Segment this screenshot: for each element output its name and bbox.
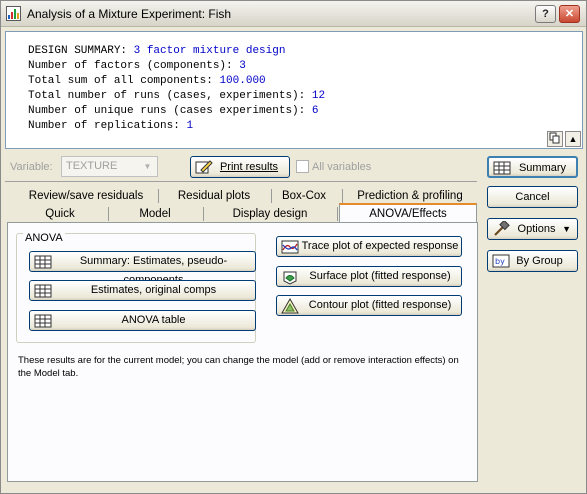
tab-divider xyxy=(342,189,343,203)
close-button[interactable]: ✕ xyxy=(559,5,580,23)
anova-group-title: ANOVA xyxy=(23,232,65,244)
surface-plot-icon xyxy=(283,271,297,285)
tab-anova-effects[interactable]: ANOVA/Effects xyxy=(339,203,477,223)
table-grid-icon xyxy=(34,284,52,298)
options-button[interactable]: Options ▼ xyxy=(487,218,578,240)
summary-button[interactable]: Summary xyxy=(487,156,578,178)
print-results-label: Print results xyxy=(219,161,279,173)
results-line: Number of replications: 1 xyxy=(28,119,582,134)
table-grid-icon xyxy=(34,314,52,328)
tab-divider xyxy=(158,189,159,203)
tab-divider xyxy=(203,207,204,221)
trace-plot-icon xyxy=(281,240,299,254)
tab-divider xyxy=(271,189,272,203)
contour-triangle-icon xyxy=(281,298,299,314)
help-button[interactable]: ? xyxy=(535,5,556,23)
results-line: Total number of runs (cases, experiments… xyxy=(28,89,582,104)
print-results-button[interactable]: Print results xyxy=(190,156,290,178)
all-variables-label: All variables xyxy=(312,161,372,173)
results-line-label: Total number of runs (cases, experiments… xyxy=(28,90,312,102)
window-title: Analysis of a Mixture Experiment: Fish xyxy=(27,7,232,21)
results-line-value: 100.000 xyxy=(219,75,266,87)
results-line-value: 3 xyxy=(239,60,246,72)
variable-label: Variable: xyxy=(10,161,53,173)
trace-plot-label: Trace plot of expected response xyxy=(301,240,459,252)
by-group-button[interactable]: by By Group xyxy=(487,250,578,272)
estimates-original-comps-button[interactable]: Estimates, original comps xyxy=(29,280,256,301)
tab-review-save-residuals[interactable]: Review/save residuals xyxy=(21,187,151,206)
results-line-value: 6 xyxy=(311,105,319,117)
svg-text:by: by xyxy=(495,257,505,266)
model-note-text: These results are for the current model;… xyxy=(18,355,459,379)
results-line: DESIGN SUMMARY: 3 factor mixture design xyxy=(28,44,582,59)
by-group-icon: by xyxy=(492,254,510,268)
results-line-label: Total sum of all components: xyxy=(28,75,220,87)
tab-box-cox[interactable]: Box-Cox xyxy=(273,187,335,206)
results-summary-pane: DESIGN SUMMARY: 3 factor mixture design N… xyxy=(5,31,583,149)
tab-divider xyxy=(337,207,338,221)
results-line-label: Number of factors (components): xyxy=(28,60,240,72)
estimates-original-comps-label: Estimates, original comps xyxy=(90,284,217,296)
summary-label: Summary xyxy=(518,162,567,174)
results-line-label: DESIGN SUMMARY: xyxy=(28,45,134,57)
table-grid-icon xyxy=(34,255,52,269)
results-line: Number of unique runs (cases experiments… xyxy=(28,104,582,119)
results-line-value: 1 xyxy=(186,120,194,132)
contour-plot-label: Contour plot (fitted response) xyxy=(308,299,452,311)
cancel-label: Cancel xyxy=(515,191,550,203)
chevron-down-icon: ▼ xyxy=(143,162,152,171)
title-bar: Analysis of a Mixture Experiment: Fish ?… xyxy=(1,1,586,27)
separator-line xyxy=(5,181,477,182)
print-pencil-icon xyxy=(195,160,213,174)
contour-plot-button[interactable]: Contour plot (fitted response) xyxy=(276,295,462,316)
statistica-app-icon xyxy=(6,6,21,21)
summary-estimates-button[interactable]: Summary: Estimates, pseudo-components xyxy=(29,251,256,286)
copy-icon[interactable] xyxy=(547,131,563,147)
results-line: Total sum of all components: 100.000 xyxy=(28,74,582,89)
by-group-label: By Group xyxy=(516,255,563,267)
results-line: Number of factors (components): 3 xyxy=(28,59,582,74)
collapse-arrow-icon[interactable]: ▲ xyxy=(565,131,581,147)
anova-table-button[interactable]: ANOVA table xyxy=(29,310,256,331)
cancel-button[interactable]: Cancel xyxy=(487,186,578,208)
tab-residual-plots[interactable]: Residual plots xyxy=(164,187,264,206)
tab-divider xyxy=(108,207,109,221)
variable-select[interactable]: TEXTURE ▼ xyxy=(61,156,158,177)
results-line-label: Number of unique runs (cases experiments… xyxy=(28,105,312,117)
all-variables-checkbox[interactable] xyxy=(296,160,309,173)
results-line-label: Number of replications: xyxy=(28,120,187,132)
surface-plot-button[interactable]: Surface plot (fitted response) xyxy=(276,266,462,287)
surface-plot-label: Surface plot (fitted response) xyxy=(309,270,451,282)
options-label: Options xyxy=(517,223,556,235)
trace-plot-button[interactable]: Trace plot of expected response xyxy=(276,236,462,257)
results-line-value: 3 factor mixture design xyxy=(133,45,286,57)
options-hammer-icon xyxy=(494,221,510,236)
variable-select-value: TEXTURE xyxy=(66,160,118,172)
dialog-window: Analysis of a Mixture Experiment: Fish ?… xyxy=(0,0,587,494)
options-dropdown-arrow-icon: ▼ xyxy=(562,224,571,234)
results-line-value: 12 xyxy=(311,90,326,102)
table-grid-icon xyxy=(493,161,511,175)
anova-table-label: ANOVA table xyxy=(121,314,186,326)
